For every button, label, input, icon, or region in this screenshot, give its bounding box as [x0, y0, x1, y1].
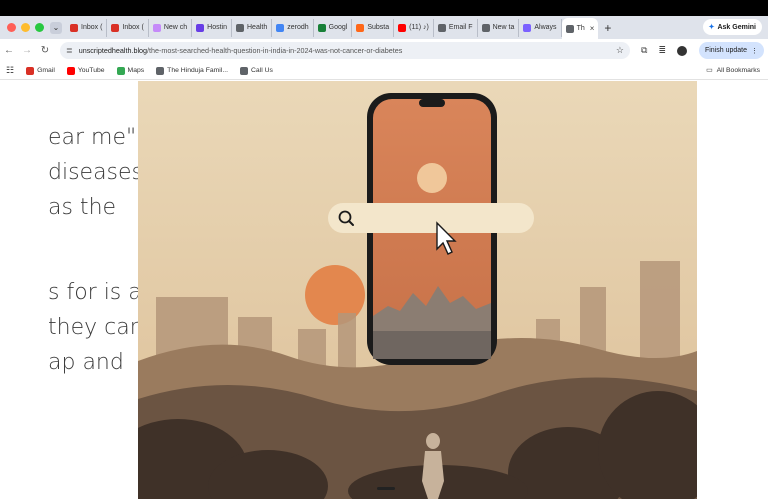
- tab-strip: ⌄ Inbox ( Inbox ( New ch Hostin Health zerodh…: [0, 16, 768, 39]
- tab-list: Inbox ( Inbox ( New ch Hostin Health zerodh Go…: [66, 16, 599, 39]
- article-line: s for is a: [48, 280, 142, 305]
- tab-favicon-icon: [111, 23, 120, 32]
- tab-favicon-icon: [236, 23, 244, 32]
- browser-tab[interactable]: Substa: [352, 18, 395, 37]
- browser-tab[interactable]: Hostin: [192, 18, 232, 37]
- browser-tab[interactable]: Always: [519, 18, 562, 37]
- ask-gemini-button[interactable]: ✦ Ask Gemini: [702, 19, 762, 35]
- forward-arrow-icon[interactable]: →: [18, 45, 36, 56]
- article-line: as the: [48, 195, 117, 220]
- bookmark-favicon-icon: [240, 66, 248, 75]
- tab-favicon-icon: [317, 23, 326, 32]
- window-controls: [0, 23, 44, 32]
- tab-label: Googl: [328, 24, 348, 31]
- tab-label: Health: [247, 24, 268, 31]
- browser-tab[interactable]: Th ×: [561, 18, 599, 39]
- tab-favicon-icon: [276, 23, 285, 32]
- address-bar[interactable]: ≣ unscriptedhealth.blog/the-most-searche…: [60, 42, 630, 59]
- ask-gemini-label: Ask Gemini: [717, 23, 756, 31]
- back-arrow-icon[interactable]: ←: [0, 45, 18, 56]
- browser-tab[interactable]: zerodh: [272, 18, 314, 37]
- extensions-puzzle-icon[interactable]: ⧉: [641, 45, 647, 56]
- bookmark-list: Gmail YouTube Maps The Hinduja Famil... Call…: [26, 66, 285, 75]
- tab-label: Inbox (: [81, 24, 103, 31]
- tab-label: New ch: [163, 24, 188, 31]
- reload-icon[interactable]: ↻: [36, 45, 54, 56]
- finish-update-label: Finish update: [704, 47, 747, 54]
- tab-favicon-icon: [437, 23, 446, 32]
- tab-label: (11) ♪): [409, 24, 429, 31]
- browser-tab[interactable]: Googl: [314, 18, 353, 37]
- tab-favicon-icon: [70, 23, 78, 32]
- browser-toolbar: ← → ↻ ≣ unscriptedhealth.blog/the-most-s…: [0, 39, 768, 62]
- bookmark-label: Gmail: [37, 67, 55, 74]
- bookmark-label: The Hinduja Famil...: [167, 67, 228, 74]
- bookmark-label: YouTube: [77, 67, 105, 74]
- tab-label: Always: [534, 24, 557, 31]
- bookmark-favicon-icon: [26, 66, 35, 75]
- hero-illustration: [138, 81, 697, 499]
- tab-label: Email F: [448, 24, 473, 31]
- bookmarks-bar: ☷ Gmail YouTube Maps The Hinduja Famil... Ca…: [0, 62, 768, 80]
- bookmark-item[interactable]: Maps: [116, 66, 145, 75]
- tab-search-chevron-down-icon[interactable]: ⌄: [50, 21, 62, 34]
- maximize-window-button[interactable]: [35, 23, 44, 32]
- all-bookmarks-button[interactable]: ▭ All Bookmarks: [706, 66, 760, 75]
- browser-tab[interactable]: (11) ♪): [394, 18, 434, 37]
- bookmark-star-icon[interactable]: ☆: [616, 45, 624, 56]
- profile-avatar[interactable]: [676, 45, 687, 56]
- article-line: diseases: [48, 160, 144, 185]
- bookmark-item[interactable]: Call Us: [240, 66, 273, 75]
- bookmark-favicon-icon: [66, 66, 75, 75]
- tab-favicon-icon: [152, 23, 161, 32]
- article-text: ear me" diseases as the s for is a they …: [48, 120, 144, 380]
- more-vertical-icon: ⋮: [751, 47, 758, 55]
- tab-favicon-icon: [565, 24, 574, 33]
- apps-grid-icon[interactable]: ☷: [6, 65, 14, 76]
- bookmark-label: Maps: [127, 67, 145, 74]
- top-black-bar: [0, 0, 768, 16]
- url-path: /the-most-searched-health-question-in-in…: [147, 46, 403, 55]
- bookmark-item[interactable]: The Hinduja Famil...: [156, 66, 228, 75]
- tab-favicon-icon: [523, 23, 532, 32]
- url-domain: unscriptedhealth.blog: [78, 46, 148, 55]
- tab-favicon-icon: [398, 23, 407, 32]
- tab-label: zerodh: [287, 24, 309, 31]
- tab-favicon-icon: [196, 23, 205, 32]
- tab-label: Hostin: [207, 24, 227, 31]
- bookmark-favicon-icon: [116, 66, 125, 75]
- browser-tab[interactable]: Inbox (: [107, 18, 149, 37]
- new-tab-button[interactable]: +: [604, 21, 611, 35]
- minimize-window-button[interactable]: [21, 23, 30, 32]
- tab-label: Th: [576, 25, 585, 32]
- browser-tab[interactable]: New ch: [149, 18, 193, 37]
- page-indicator: [377, 487, 395, 490]
- bookmark-favicon-icon: [156, 66, 165, 75]
- bookmark-label: Call Us: [251, 67, 273, 74]
- bookmark-item[interactable]: Gmail: [26, 66, 55, 75]
- tab-label: Substa: [367, 24, 390, 31]
- page-content: ear me" diseases as the s for is a they …: [0, 80, 768, 499]
- media-controls-icon[interactable]: ≣: [658, 45, 666, 56]
- browser-tab[interactable]: Email F: [434, 18, 478, 37]
- tab-favicon-icon: [356, 23, 365, 32]
- browser-tab[interactable]: Health: [232, 18, 273, 37]
- article-line: ap and: [48, 350, 124, 375]
- article-line: ear me": [48, 125, 137, 150]
- finish-update-button[interactable]: Finish update ⋮: [698, 42, 764, 59]
- article-line: they can: [48, 315, 144, 340]
- browser-tab[interactable]: New ta: [478, 18, 520, 37]
- folder-icon: ▭: [706, 67, 713, 74]
- tab-label: Inbox (: [122, 24, 144, 31]
- site-settings-icon[interactable]: ≣: [66, 46, 73, 55]
- all-bookmarks-label: All Bookmarks: [716, 66, 760, 74]
- phone-sun: [417, 163, 447, 193]
- gemini-sparkle-icon: ✦: [708, 24, 715, 31]
- tab-label: New ta: [492, 24, 515, 31]
- browser-tab[interactable]: Inbox (: [66, 18, 108, 37]
- tab-close-icon[interactable]: ×: [590, 24, 595, 33]
- close-window-button[interactable]: [7, 23, 16, 32]
- tab-favicon-icon: [481, 23, 490, 32]
- bookmark-item[interactable]: YouTube: [66, 66, 105, 75]
